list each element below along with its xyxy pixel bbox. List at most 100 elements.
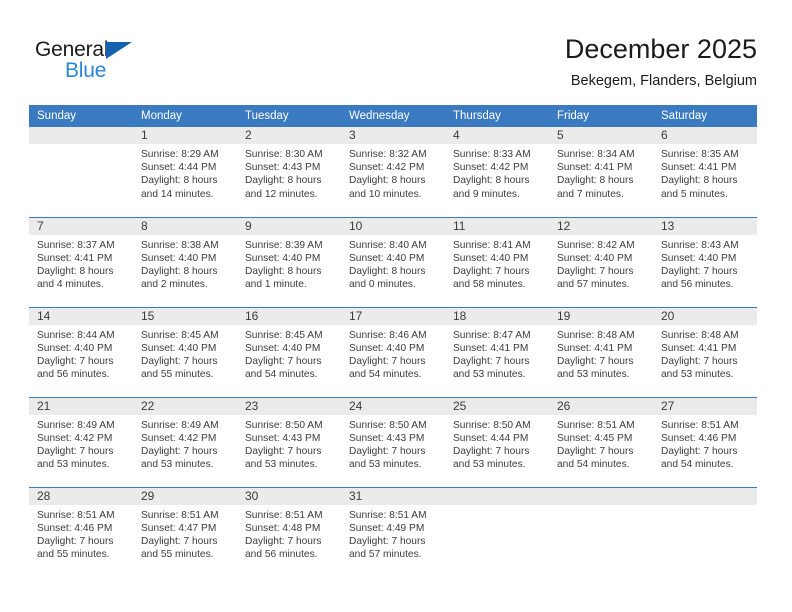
day-number: 16 (237, 307, 341, 325)
daylight-line2: and 55 minutes. (37, 549, 110, 561)
day-cell[interactable]: 30 Sunrise: 8:51 AM Sunset: 4:48 PM Dayl… (237, 486, 341, 577)
logo-triangle-icon (106, 42, 132, 59)
day-cell[interactable]: 15 Sunrise: 8:45 AM Sunset: 4:40 PM Dayl… (133, 306, 237, 397)
day-cell[interactable]: 8 Sunrise: 8:38 AM Sunset: 4:40 PM Dayli… (133, 216, 237, 307)
sunset-text: Sunset: 4:45 PM (557, 432, 633, 444)
day-details (445, 505, 549, 509)
day-cell[interactable]: 31 Sunrise: 8:51 AM Sunset: 4:49 PM Dayl… (341, 486, 445, 577)
daylight-line2: and 56 minutes. (37, 369, 110, 381)
daylight-line1: Daylight: 7 hours (245, 535, 322, 547)
day-number: 31 (341, 487, 445, 505)
day-cell[interactable]: 29 Sunrise: 8:51 AM Sunset: 4:47 PM Dayl… (133, 486, 237, 577)
daylight-line2: and 53 minutes. (557, 369, 630, 381)
day-number: 6 (653, 127, 757, 144)
day-cell[interactable]: 16 Sunrise: 8:45 AM Sunset: 4:40 PM Dayl… (237, 306, 341, 397)
sunset-text: Sunset: 4:40 PM (453, 252, 529, 264)
daylight-line2: and 57 minutes. (557, 279, 630, 291)
day-cell (29, 127, 133, 217)
day-number: 20 (653, 307, 757, 325)
day-number (445, 487, 549, 505)
day-cell[interactable]: 11 Sunrise: 8:41 AM Sunset: 4:40 PM Dayl… (445, 216, 549, 307)
day-cell[interactable]: 13 Sunrise: 8:43 AM Sunset: 4:40 PM Dayl… (653, 216, 757, 307)
weekday-header-friday: Friday (549, 105, 653, 127)
day-cell[interactable]: 21 Sunrise: 8:49 AM Sunset: 4:42 PM Dayl… (29, 396, 133, 487)
day-cell[interactable]: 10 Sunrise: 8:40 AM Sunset: 4:40 PM Dayl… (341, 216, 445, 307)
day-number: 2 (237, 127, 341, 144)
day-cell[interactable]: 24 Sunrise: 8:50 AM Sunset: 4:43 PM Dayl… (341, 396, 445, 487)
day-cell[interactable]: 7 Sunrise: 8:37 AM Sunset: 4:41 PM Dayli… (29, 216, 133, 307)
daylight-line2: and 0 minutes. (349, 279, 416, 291)
day-cell[interactable]: 1 Sunrise: 8:29 AM Sunset: 4:44 PM Dayli… (133, 127, 237, 217)
day-cell[interactable]: 12 Sunrise: 8:42 AM Sunset: 4:40 PM Dayl… (549, 216, 653, 307)
day-cell[interactable]: 19 Sunrise: 8:48 AM Sunset: 4:41 PM Dayl… (549, 306, 653, 397)
sunrise-text: Sunrise: 8:35 AM (661, 149, 739, 160)
daylight-line1: Daylight: 7 hours (37, 535, 114, 547)
sunrise-text: Sunrise: 8:49 AM (141, 419, 219, 431)
week-row: 14 Sunrise: 8:44 AM Sunset: 4:40 PM Dayl… (29, 306, 757, 397)
weekday-header-thursday: Thursday (445, 105, 549, 127)
sunset-text: Sunset: 4:46 PM (661, 432, 737, 444)
day-details: Sunrise: 8:38 AM Sunset: 4:40 PM Dayligh… (133, 235, 237, 292)
day-details: Sunrise: 8:51 AM Sunset: 4:47 PM Dayligh… (133, 505, 237, 562)
sunset-text: Sunset: 4:40 PM (245, 342, 321, 354)
sunrise-text: Sunrise: 8:45 AM (245, 329, 323, 341)
daylight-line1: Daylight: 7 hours (557, 355, 634, 367)
day-cell[interactable]: 25 Sunrise: 8:50 AM Sunset: 4:44 PM Dayl… (445, 396, 549, 487)
day-cell[interactable]: 2 Sunrise: 8:30 AM Sunset: 4:43 PM Dayli… (237, 127, 341, 217)
daylight-line2: and 12 minutes. (245, 188, 318, 200)
daylight-line1: Daylight: 7 hours (349, 355, 426, 367)
sunrise-text: Sunrise: 8:41 AM (453, 239, 531, 251)
day-cell[interactable]: 14 Sunrise: 8:44 AM Sunset: 4:40 PM Dayl… (29, 306, 133, 397)
day-cell[interactable]: 9 Sunrise: 8:39 AM Sunset: 4:40 PM Dayli… (237, 216, 341, 307)
sunset-text: Sunset: 4:40 PM (141, 252, 217, 264)
day-cell[interactable]: 27 Sunrise: 8:51 AM Sunset: 4:46 PM Dayl… (653, 396, 757, 487)
daylight-line1: Daylight: 8 hours (349, 175, 426, 187)
day-cell[interactable]: 4 Sunrise: 8:33 AM Sunset: 4:42 PM Dayli… (445, 127, 549, 217)
day-cell[interactable]: 26 Sunrise: 8:51 AM Sunset: 4:45 PM Dayl… (549, 396, 653, 487)
day-cell[interactable]: 28 Sunrise: 8:51 AM Sunset: 4:46 PM Dayl… (29, 486, 133, 577)
day-details: Sunrise: 8:49 AM Sunset: 4:42 PM Dayligh… (133, 415, 237, 472)
day-cell[interactable]: 18 Sunrise: 8:47 AM Sunset: 4:41 PM Dayl… (445, 306, 549, 397)
day-cell[interactable]: 6 Sunrise: 8:35 AM Sunset: 4:41 PM Dayli… (653, 127, 757, 217)
sunrise-text: Sunrise: 8:50 AM (453, 419, 531, 431)
day-details: Sunrise: 8:44 AM Sunset: 4:40 PM Dayligh… (29, 325, 133, 382)
sunset-text: Sunset: 4:40 PM (349, 342, 425, 354)
daylight-line1: Daylight: 7 hours (141, 445, 218, 457)
day-cell[interactable]: 23 Sunrise: 8:50 AM Sunset: 4:43 PM Dayl… (237, 396, 341, 487)
day-cell[interactable]: 20 Sunrise: 8:48 AM Sunset: 4:41 PM Dayl… (653, 306, 757, 397)
daylight-line2: and 9 minutes. (453, 188, 520, 200)
sunrise-text: Sunrise: 8:51 AM (557, 419, 635, 431)
day-cell[interactable]: 17 Sunrise: 8:46 AM Sunset: 4:40 PM Dayl… (341, 306, 445, 397)
day-cell[interactable]: 5 Sunrise: 8:34 AM Sunset: 4:41 PM Dayli… (549, 127, 653, 217)
day-details: Sunrise: 8:29 AM Sunset: 4:44 PM Dayligh… (133, 144, 237, 201)
daylight-line1: Daylight: 7 hours (453, 265, 530, 277)
sunset-text: Sunset: 4:42 PM (141, 432, 217, 444)
day-details: Sunrise: 8:43 AM Sunset: 4:40 PM Dayligh… (653, 235, 757, 292)
sunset-text: Sunset: 4:41 PM (453, 342, 529, 354)
day-details: Sunrise: 8:48 AM Sunset: 4:41 PM Dayligh… (653, 325, 757, 382)
day-details: Sunrise: 8:51 AM Sunset: 4:49 PM Dayligh… (341, 505, 445, 562)
day-number: 17 (341, 307, 445, 325)
daylight-line1: Daylight: 7 hours (37, 445, 114, 457)
location-subtitle: Bekegem, Flanders, Belgium (570, 73, 757, 89)
sunset-text: Sunset: 4:40 PM (349, 252, 425, 264)
day-details: Sunrise: 8:32 AM Sunset: 4:42 PM Dayligh… (341, 144, 445, 201)
daylight-line1: Daylight: 8 hours (453, 175, 530, 187)
day-details (29, 144, 133, 148)
logo-text-blue: Blue (65, 59, 107, 82)
day-details: Sunrise: 8:50 AM Sunset: 4:43 PM Dayligh… (237, 415, 341, 472)
day-number: 3 (341, 127, 445, 144)
sunset-text: Sunset: 4:46 PM (37, 522, 113, 534)
day-number: 22 (133, 397, 237, 415)
day-number: 25 (445, 397, 549, 415)
sunset-text: Sunset: 4:47 PM (141, 522, 217, 534)
sunrise-text: Sunrise: 8:44 AM (37, 329, 115, 341)
sunrise-text: Sunrise: 8:43 AM (661, 239, 739, 251)
sunrise-text: Sunrise: 8:29 AM (141, 149, 219, 160)
day-number: 28 (29, 487, 133, 505)
day-cell[interactable]: 22 Sunrise: 8:49 AM Sunset: 4:42 PM Dayl… (133, 396, 237, 487)
day-number: 1 (133, 127, 237, 144)
sunrise-text: Sunrise: 8:46 AM (349, 329, 427, 341)
day-cell[interactable]: 3 Sunrise: 8:32 AM Sunset: 4:42 PM Dayli… (341, 127, 445, 217)
weekday-header-sunday: Sunday (29, 105, 133, 127)
